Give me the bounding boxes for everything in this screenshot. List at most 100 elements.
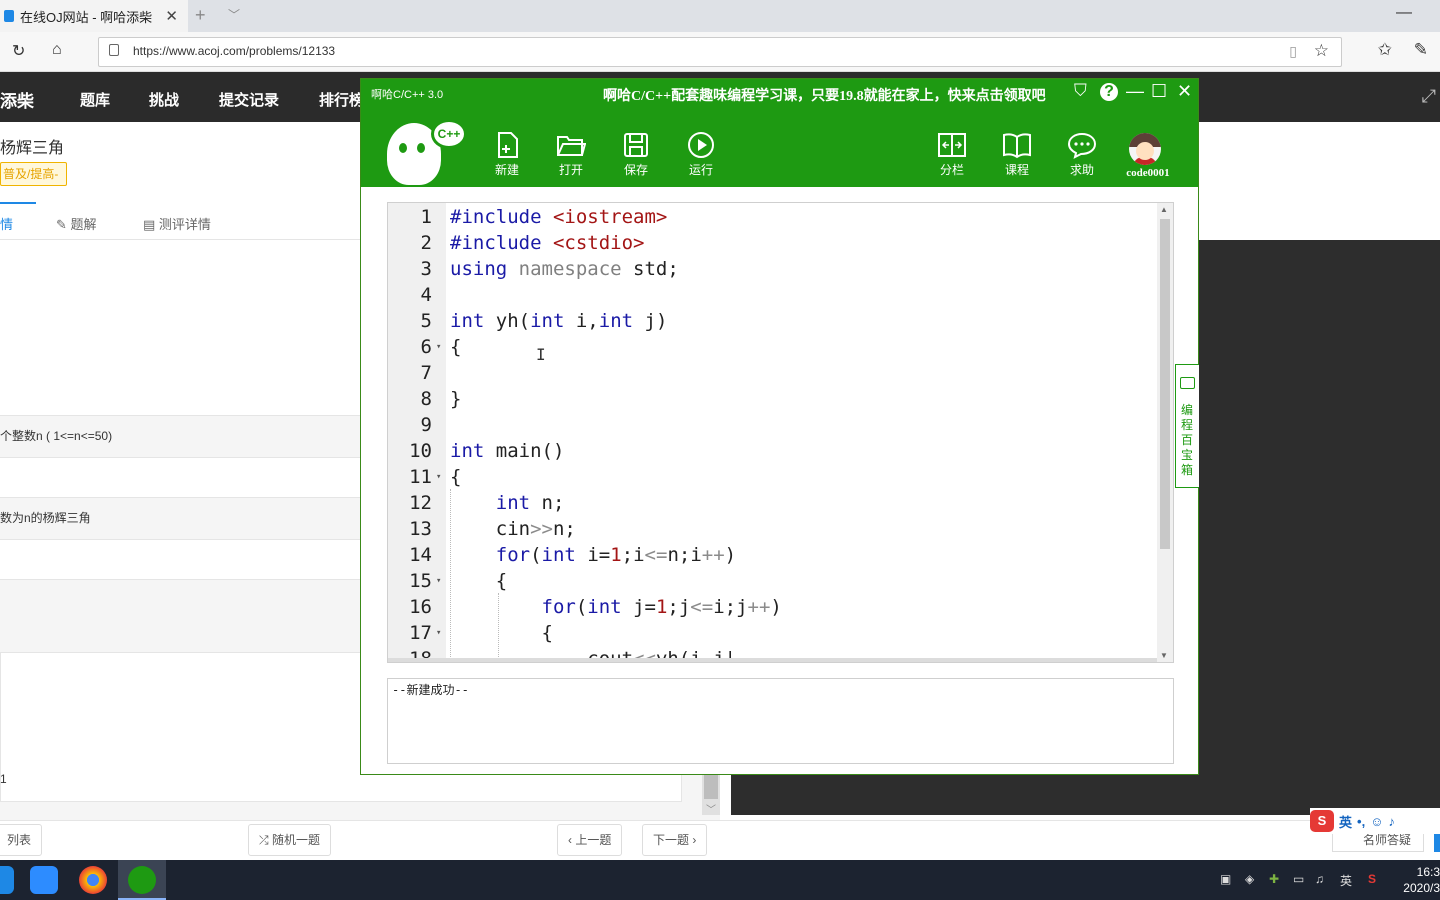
code-editor[interactable]: 1 #include <iostream> 2 #include <cstdio> … [387, 202, 1174, 663]
nav-challenge[interactable]: 挑战 [149, 89, 179, 110]
nav-problems[interactable]: 题库 [80, 89, 110, 110]
fold-icon[interactable]: ▾ [436, 568, 441, 594]
run-button[interactable]: 运行 [676, 131, 726, 178]
horizontal-scrollbar[interactable] [388, 658, 1158, 662]
code-line: 12 int n; [409, 492, 565, 514]
nav-submissions[interactable]: 提交记录 [219, 89, 279, 110]
ide-promo-banner[interactable]: 啊哈C/C++配套趣味编程学习课，只要19.8就能在家上，快来点击领取吧 [603, 85, 1046, 105]
skin-icon[interactable]: ⛉ [1074, 81, 1087, 101]
editor-vertical-scrollbar[interactable]: ▲ ▼ [1157, 203, 1173, 662]
close-icon[interactable]: ✕ [1177, 81, 1192, 102]
submit-scrollbar-thumb[interactable] [704, 775, 718, 799]
close-tab-icon[interactable]: ✕ [165, 7, 178, 25]
ime-emoji-icon[interactable]: ☺ [1370, 814, 1383, 829]
sample-input-row [0, 457, 360, 497]
output-message: --新建成功-- [392, 683, 469, 697]
split-icon [938, 133, 966, 157]
open-label: 打开 [558, 163, 583, 177]
minimize-icon[interactable]: — [1126, 81, 1144, 102]
maximize-icon[interactable]: ☐ [1151, 81, 1167, 102]
list-button[interactable]: 列表 [0, 824, 43, 856]
url-field[interactable]: https://www.acoj.com/problems/12133 ▯ ☆ [98, 37, 1342, 67]
toolbox-side-tab[interactable]: 编程百宝箱 [1175, 364, 1199, 488]
next-problem-button[interactable]: 下一题 › [642, 824, 708, 856]
tab-solutions[interactable]: ✎ 题解 [56, 214, 97, 233]
tab-list-chevron-icon[interactable]: ﹀ [228, 6, 240, 23]
help-icon[interactable]: ? [1100, 83, 1118, 101]
aha-ide-window: 啊哈C/C++ 3.0 啊哈C/C++配套趣味编程学习课，只要19.8就能在家上… [360, 78, 1199, 775]
editor-scrollbar-thumb[interactable] [1160, 219, 1170, 549]
active-taskbar-item[interactable] [118, 860, 166, 900]
browser-tab-bar: 在线OJ网站 - 啊哈添柴 ✕ + ﹀ — [0, 0, 1440, 32]
code-line: 2 #include <cstdio> [420, 232, 645, 254]
scroll-up-icon[interactable]: ▲ [1160, 205, 1168, 214]
fold-icon[interactable]: ▾ [436, 620, 441, 646]
nav-ranking[interactable]: 排行榜 [319, 89, 364, 110]
fold-icon[interactable]: ▾ [436, 334, 441, 360]
user-avatar[interactable] [1129, 133, 1161, 165]
open-button[interactable]: 打开 [546, 131, 596, 178]
reader-view-icon[interactable]: ▯ [1289, 43, 1297, 60]
book-icon [1003, 133, 1031, 159]
section-divider [0, 579, 360, 641]
site-right-header [1199, 122, 1440, 240]
clock[interactable]: 16:3 2020/3 [1403, 864, 1440, 896]
sogou-ime-icon[interactable]: S [1310, 810, 1334, 832]
ime-punct-icon[interactable]: •, [1357, 814, 1365, 829]
code-line: 5 int yh(int i,int j) [420, 310, 668, 332]
tray-zoom-icon[interactable]: ▣ [1220, 872, 1231, 886]
home-icon[interactable]: ⌂ [52, 41, 62, 59]
tray-security-icon[interactable]: ◈ [1245, 872, 1254, 886]
favorites-icon[interactable]: ✩ [1378, 40, 1392, 60]
fold-icon[interactable]: ▾ [436, 464, 441, 490]
url-text[interactable]: https://www.acoj.com/problems/12133 [133, 44, 335, 58]
submit-scrollbar[interactable]: ﹀ [702, 775, 720, 816]
tray-plus-icon[interactable]: ✚ [1269, 872, 1279, 886]
scroll-down-icon[interactable]: ﹀ [706, 801, 716, 816]
course-button[interactable]: 课程 [992, 131, 1042, 178]
save-button[interactable]: 保存 [611, 131, 661, 178]
random-problem-button[interactable]: ⤮ 随机一题 [248, 824, 331, 856]
scroll-down-icon[interactable]: ▼ [1160, 651, 1168, 660]
chrome-icon[interactable] [79, 866, 107, 894]
sample-output-row [0, 539, 360, 579]
input-description: 个整数n ( 1<=n<=50) [0, 415, 360, 457]
window-minimize-icon[interactable]: — [1396, 4, 1412, 22]
browser-tab[interactable]: 在线OJ网站 - 啊哈添柴 ✕ [0, 0, 188, 32]
edge-icon[interactable] [0, 866, 14, 894]
aha-ide-icon[interactable] [128, 866, 156, 894]
tray-volume-icon[interactable]: ♫ [1315, 872, 1324, 886]
username[interactable]: code0001 [1113, 167, 1183, 179]
open-folder-icon [557, 136, 586, 156]
tray-ime-label[interactable]: 英 [1340, 872, 1352, 889]
save-icon [624, 133, 648, 157]
code-line: 16 for(int j=1;j<=i;j++) [409, 596, 782, 618]
new-button[interactable]: 新建 [482, 131, 532, 178]
site-brand[interactable]: 添柴 [0, 87, 34, 112]
random-label: 随机一题 [271, 833, 320, 847]
tab-detail[interactable]: 情 [0, 214, 13, 233]
logo-eye-left [399, 143, 407, 153]
run-icon [688, 132, 714, 158]
problem-title: 杨辉三角 [0, 140, 65, 157]
prev-problem-button[interactable]: ‹ 上一题 [557, 824, 623, 856]
split-button[interactable]: 分栏 [927, 131, 977, 178]
course-label: 课程 [1004, 163, 1029, 177]
pen-icon[interactable]: ✎ [1414, 40, 1428, 60]
aha-logo: C++ [387, 119, 467, 187]
code-line: 17 ▾ { [409, 620, 553, 646]
ime-mic-icon[interactable]: ♪ [1388, 814, 1395, 829]
zoom-icon[interactable] [30, 866, 58, 894]
tab-judge-details[interactable]: ▤ 测评详情 [143, 214, 211, 233]
code-line: 10 int main() [409, 440, 565, 462]
ime-mode[interactable]: 英 [1339, 812, 1352, 831]
tray-network-icon[interactable]: ▭ [1293, 872, 1304, 886]
favorite-star-icon[interactable]: ☆ [1314, 41, 1329, 61]
ime-toolbar[interactable]: S 英 •, ☺ ♪ [1310, 808, 1440, 834]
new-tab-icon[interactable]: + [195, 5, 206, 26]
fullscreen-icon[interactable]: ⤢ [1422, 86, 1436, 107]
output-panel[interactable]: --新建成功-- [387, 678, 1174, 764]
tray-sogou-icon[interactable]: S [1368, 872, 1376, 886]
refresh-icon[interactable]: ↻ [12, 41, 25, 61]
help-button[interactable]: 求助 [1057, 131, 1107, 178]
